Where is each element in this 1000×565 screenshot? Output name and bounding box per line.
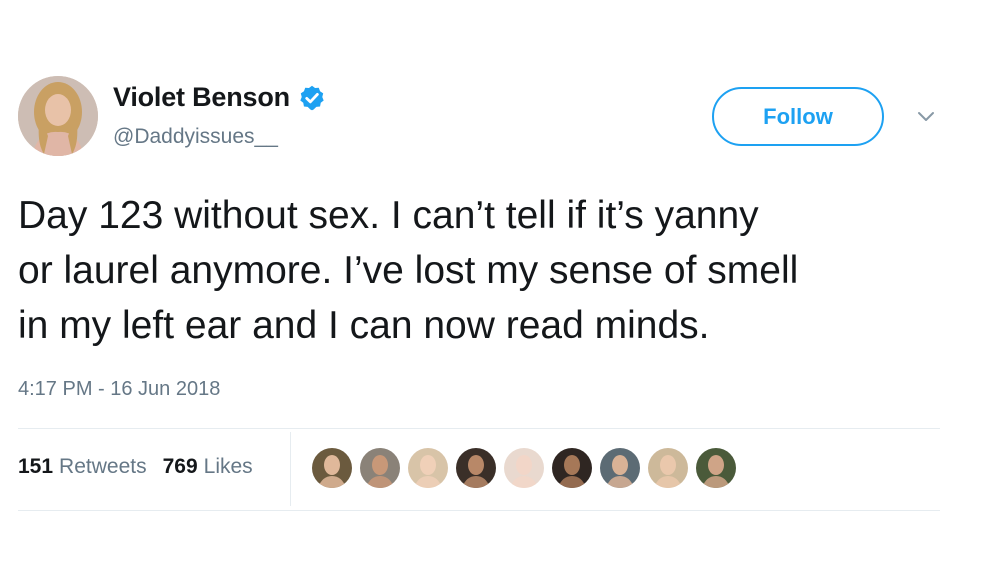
- liker-avatar[interactable]: [648, 448, 688, 488]
- divider: [18, 428, 940, 429]
- tweet-timestamp[interactable]: 4:17 PM - 16 Jun 2018: [18, 378, 220, 401]
- liker-avatars: [312, 448, 744, 488]
- liker-avatar[interactable]: [600, 448, 640, 488]
- retweet-count: 151: [18, 455, 54, 478]
- display-name[interactable]: Violet Benson: [113, 82, 290, 113]
- retweet-label: Retweets: [59, 455, 147, 478]
- user-handle[interactable]: @Daddyissues__: [113, 125, 278, 149]
- retweets-stat[interactable]: 151 Retweets: [18, 455, 147, 479]
- liker-avatar[interactable]: [456, 448, 496, 488]
- liker-avatar[interactable]: [408, 448, 448, 488]
- liker-avatar[interactable]: [504, 448, 544, 488]
- tweet-text: Day 123 without sex. I can’t tell if it’…: [18, 194, 799, 347]
- user-avatar[interactable]: [18, 76, 98, 156]
- stats-divider: [290, 432, 291, 506]
- liker-avatar[interactable]: [312, 448, 352, 488]
- likes-stat[interactable]: 769 Likes: [163, 455, 253, 479]
- liker-avatar[interactable]: [552, 448, 592, 488]
- chevron-down-icon[interactable]: [915, 108, 937, 126]
- verified-badge-icon: [298, 84, 326, 112]
- like-count: 769: [162, 455, 198, 478]
- like-label: Likes: [203, 455, 253, 478]
- liker-avatar[interactable]: [696, 448, 736, 488]
- user-name-row: Violet Benson: [113, 82, 326, 113]
- follow-button[interactable]: Follow: [712, 87, 884, 146]
- tweet-stats: 151 Retweets 769 Likes: [18, 455, 253, 479]
- divider: [18, 510, 940, 511]
- liker-avatar[interactable]: [360, 448, 400, 488]
